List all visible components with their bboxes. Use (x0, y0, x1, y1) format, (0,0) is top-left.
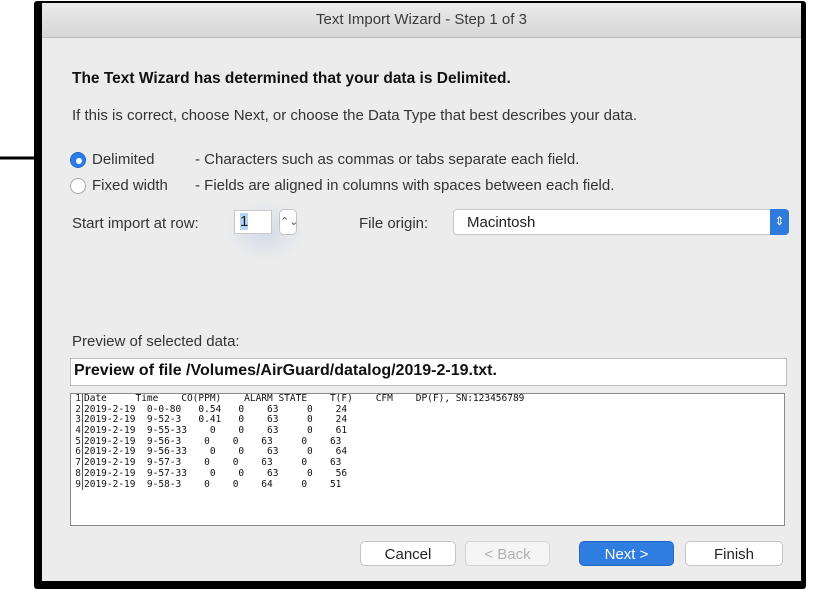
select-chevron-icon[interactable]: ⇕ (770, 209, 789, 235)
wizard-heading: The Text Wizard has determined that your… (72, 70, 511, 87)
file-origin-label: File origin: (359, 215, 429, 232)
file-origin-select[interactable]: Macintosh ⇕ (453, 209, 789, 235)
radio-button-checked[interactable] (70, 151, 86, 168)
window-title: Text Import Wizard - Step 1 of 3 (42, 3, 801, 38)
start-row-value[interactable]: 1 (240, 213, 249, 230)
preview-file-title: Preview of file /Volumes/AirGuard/datalo… (74, 362, 497, 379)
radio-fixed-width[interactable]: Fixed width - Fields are aligned in colu… (70, 177, 614, 194)
preview-grid[interactable]: 1 Date Time CO(PPM) ALARM STATE T(F) CFM … (70, 393, 785, 526)
row-text: 2019-2-19 9-57-33 0 0 63 0 56 (84, 467, 348, 479)
finish-button[interactable]: Finish (685, 541, 783, 566)
start-row-stepper-icon[interactable]: ⌃⌄ (279, 209, 298, 235)
preview-row: 9 2019-2-19 9-58-3 0 0 64 0 51 (71, 478, 784, 491)
start-row-label: Start import at row: (72, 215, 199, 232)
back-button[interactable]: < Back (465, 541, 550, 566)
start-row-input[interactable]: 1 (234, 210, 272, 234)
radio-delimited-description: - Characters such as commas or tabs sepa… (195, 151, 580, 168)
file-origin-value[interactable]: Macintosh (467, 214, 535, 231)
preview-row: 8 2019-2-19 9-57-33 0 0 63 0 56 (71, 467, 784, 480)
text-import-wizard-dialog: Text Import Wizard - Step 1 of 3 The Tex… (42, 3, 801, 581)
row-number: 9 (71, 479, 83, 491)
preview-label: Preview of selected data: (72, 333, 240, 350)
radio-fixed-width-label[interactable]: Fixed width (92, 177, 195, 194)
preview-file-title-box: Preview of file /Volumes/AirGuard/datalo… (70, 358, 787, 386)
radio-fixed-width-description: - Fields are aligned in columns with spa… (195, 177, 615, 194)
row-text: 2019-2-19 9-58-3 0 0 64 0 51 (84, 478, 342, 490)
cancel-button[interactable]: Cancel (360, 541, 456, 566)
radio-delimited[interactable]: Delimited - Characters such as commas or… (70, 151, 579, 168)
radio-button-unchecked[interactable] (70, 177, 86, 194)
row-number: 8 (71, 468, 83, 480)
wizard-subtext: If this is correct, choose Next, or choo… (72, 107, 638, 124)
next-button[interactable]: Next > (579, 541, 674, 566)
radio-delimited-label[interactable]: Delimited (92, 151, 195, 168)
